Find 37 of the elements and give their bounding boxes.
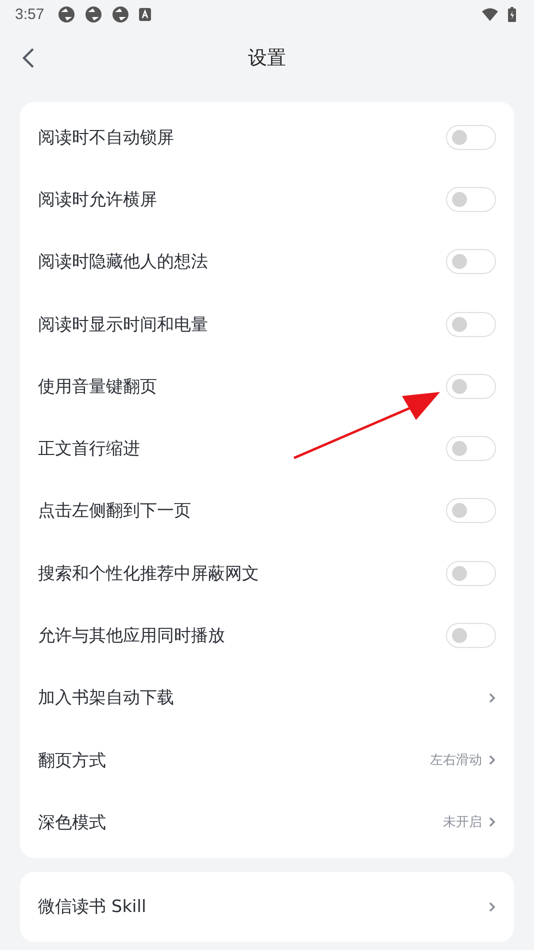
toggle-switch[interactable]	[446, 312, 496, 337]
app-icon	[85, 6, 102, 22]
setting-label: 允许与其他应用同时播放	[38, 625, 226, 648]
app-icon	[112, 6, 130, 22]
chevron-right-icon	[488, 816, 496, 828]
toggle-switch[interactable]	[446, 623, 496, 648]
toggle-switch[interactable]	[446, 498, 496, 524]
status-time: 3:57	[15, 6, 44, 22]
chevron-right-icon	[488, 692, 496, 704]
setting-label[interactable]: 翻页方式	[38, 748, 430, 772]
setting-label[interactable]: 微信读书 Skill	[38, 895, 488, 918]
setting-label: 搜索和个性化推荐中屏蔽网文	[38, 562, 260, 585]
setting-label[interactable]: 加入书架自动下载	[38, 686, 488, 710]
setting-value: 未开启	[443, 814, 482, 832]
setting-label: 正文首行缩进	[38, 438, 141, 460]
wifi-icon	[482, 8, 498, 20]
setting-label: 点击左侧翻到下一页	[38, 500, 192, 522]
toggle-switch[interactable]	[446, 124, 496, 150]
toggle-switch[interactable]	[446, 374, 496, 399]
setting-label: 阅读时允许横屏	[38, 188, 158, 211]
back-icon[interactable]	[21, 47, 35, 69]
setting-label[interactable]: 深色模式	[38, 810, 443, 834]
toggle-switch[interactable]	[446, 436, 496, 462]
setting-label: 阅读时显示时间和电量	[38, 314, 209, 336]
battery-icon	[508, 6, 516, 22]
app-icon	[58, 6, 76, 22]
setting-label: 阅读时不自动锁屏	[38, 126, 175, 149]
toggle-switch[interactable]	[446, 186, 496, 212]
setting-label: 阅读时隐藏他人的想法	[38, 251, 209, 274]
page-title: 设置	[248, 46, 286, 71]
toggle-switch[interactable]	[446, 560, 496, 586]
setting-label: 使用音量键翻页	[38, 376, 158, 398]
chevron-right-icon	[488, 754, 496, 766]
setting-value: 左右滑动	[430, 752, 482, 770]
toggle-switch[interactable]	[446, 249, 496, 274]
keyboard-icon	[139, 8, 152, 20]
chevron-right-icon	[488, 900, 496, 913]
